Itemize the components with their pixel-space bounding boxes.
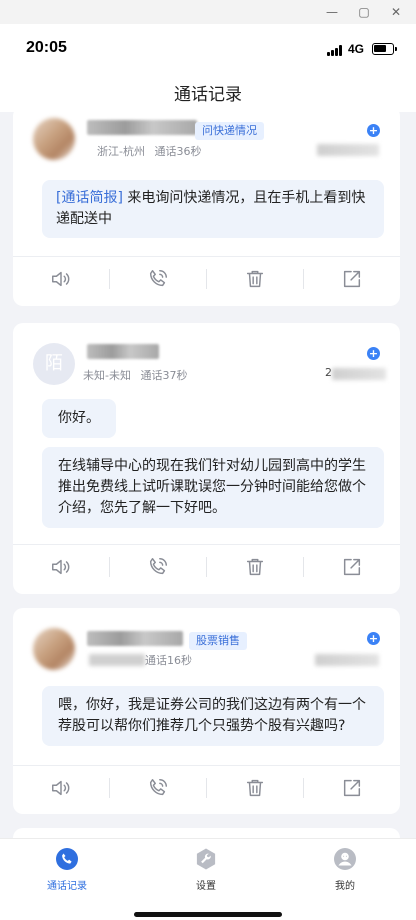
delete-button[interactable] — [207, 545, 303, 589]
window-titlebar: — ▢ ✕ — [0, 0, 416, 24]
call-category-tag: 股票销售 — [189, 632, 247, 650]
close-icon[interactable]: ✕ — [386, 2, 406, 22]
message-bubble: 喂，你好，我是证券公司的我们这边有两个有一个荐股可以帮你们推荐几个只强势个股有兴… — [42, 686, 384, 746]
share-button[interactable] — [304, 257, 400, 301]
card-header: 问快递情况 浙江-杭州 通话36秒 + — [13, 112, 400, 162]
status-time: 20:05 — [26, 39, 67, 56]
call-record-card[interactable] — [13, 828, 400, 838]
trash-icon — [246, 779, 264, 797]
battery-icon — [372, 43, 397, 55]
message-bubble: 你好。 — [42, 399, 116, 438]
tab-settings[interactable]: 设置 — [156, 847, 256, 892]
trash-icon — [246, 270, 264, 288]
profile-icon — [334, 848, 356, 870]
play-recording-button[interactable] — [13, 257, 109, 301]
maximize-icon[interactable]: ▢ — [354, 2, 374, 22]
share-button[interactable] — [304, 766, 400, 810]
home-indicator[interactable] — [134, 912, 282, 917]
delete-button[interactable] — [207, 257, 303, 301]
speaker-icon — [52, 559, 70, 575]
action-bar — [13, 257, 400, 301]
caller-location-redacted — [89, 654, 145, 666]
speaker-icon — [52, 780, 70, 796]
speaker-icon — [52, 271, 70, 287]
avatar — [33, 118, 75, 160]
network-type: 4G — [348, 42, 365, 56]
tab-profile[interactable]: 我的 — [295, 847, 395, 892]
share-icon — [343, 779, 361, 797]
avatar: 陌 — [33, 343, 75, 385]
phone-icon — [149, 779, 167, 796]
call-meta: 浙江-杭州 通话36秒 — [97, 143, 201, 159]
add-contact-icon[interactable]: + — [367, 347, 380, 360]
summary-bubble: [通话简报] 来电询问快递情况，且在手机上看到快递配送中 — [42, 180, 384, 238]
call-back-button[interactable] — [110, 766, 206, 810]
call-date-redacted — [315, 654, 379, 666]
tab-label: 通话记录 — [47, 881, 87, 892]
nav-bar: 通话记录 — [0, 72, 416, 112]
call-record-card[interactable]: 陌 未知-未知 通话37秒 + 2 你好。 在线辅导中心的现在我们针对幼儿园到高… — [13, 323, 400, 594]
page-title: 通话记录 — [174, 85, 242, 105]
call-records-icon — [56, 848, 78, 870]
signal-icon — [327, 45, 345, 56]
message-bubble: 在线辅导中心的现在我们针对幼儿园到高中的学生推出免费线上试听课耽误您一分钟时间能… — [42, 447, 384, 528]
call-date-redacted — [317, 144, 379, 156]
call-date-redacted — [332, 368, 386, 380]
play-recording-button[interactable] — [13, 766, 109, 810]
status-bar: 20:05 4G — [0, 24, 416, 72]
call-back-button[interactable] — [110, 257, 206, 301]
caller-name-redacted — [87, 631, 183, 646]
action-bar — [13, 545, 400, 589]
call-back-button[interactable] — [110, 545, 206, 589]
play-recording-button[interactable] — [13, 545, 109, 589]
caller-name-redacted — [87, 120, 197, 135]
settings-wrench-icon — [196, 848, 216, 870]
trash-icon — [246, 558, 264, 576]
card-header: 股票销售 通话16秒 + — [13, 608, 400, 670]
call-record-card[interactable]: 股票销售 通话16秒 + 喂，你好，我是证券公司的我们这边有两个有一个荐股可以帮… — [13, 608, 400, 814]
phone-icon — [149, 558, 167, 575]
call-record-list[interactable]: 问快递情况 浙江-杭州 通话36秒 + [通话简报] 来电询问快递情况，且在手机… — [0, 112, 416, 838]
bottom-nav: 通话记录 设置 我的 — [0, 838, 416, 920]
call-meta: 未知-未知 通话37秒 — [83, 367, 187, 383]
call-duration: 通话16秒 — [145, 654, 192, 667]
summary-tag: [通话简报] — [56, 190, 123, 206]
share-icon — [343, 558, 361, 576]
card-header: 陌 未知-未知 通话37秒 + 2 — [13, 323, 400, 385]
delete-button[interactable] — [207, 766, 303, 810]
caller-name-redacted — [87, 344, 159, 359]
add-contact-icon[interactable]: + — [367, 632, 380, 645]
action-bar — [13, 766, 400, 810]
call-record-card[interactable]: 问快递情况 浙江-杭州 通话36秒 + [通话简报] 来电询问快递情况，且在手机… — [13, 112, 400, 306]
call-meta: 通话16秒 — [145, 652, 192, 668]
battery-level — [374, 45, 386, 52]
phone-icon — [149, 270, 167, 287]
tab-call-records[interactable]: 通话记录 — [17, 847, 117, 892]
tab-label: 我的 — [335, 881, 355, 892]
call-date-prefix: 2 — [325, 366, 332, 379]
tab-label: 设置 — [196, 881, 216, 892]
add-contact-icon[interactable]: + — [367, 124, 380, 137]
call-category-tag: 问快递情况 — [195, 122, 264, 140]
call-duration: 通话36秒 — [154, 145, 202, 158]
minimize-icon[interactable]: — — [322, 2, 342, 22]
avatar — [33, 628, 75, 670]
share-icon — [343, 270, 361, 288]
call-duration: 通话37秒 — [140, 369, 188, 382]
share-button[interactable] — [304, 545, 400, 589]
caller-location: 未知-未知 — [83, 369, 131, 382]
caller-location: 浙江-杭州 — [97, 145, 145, 158]
